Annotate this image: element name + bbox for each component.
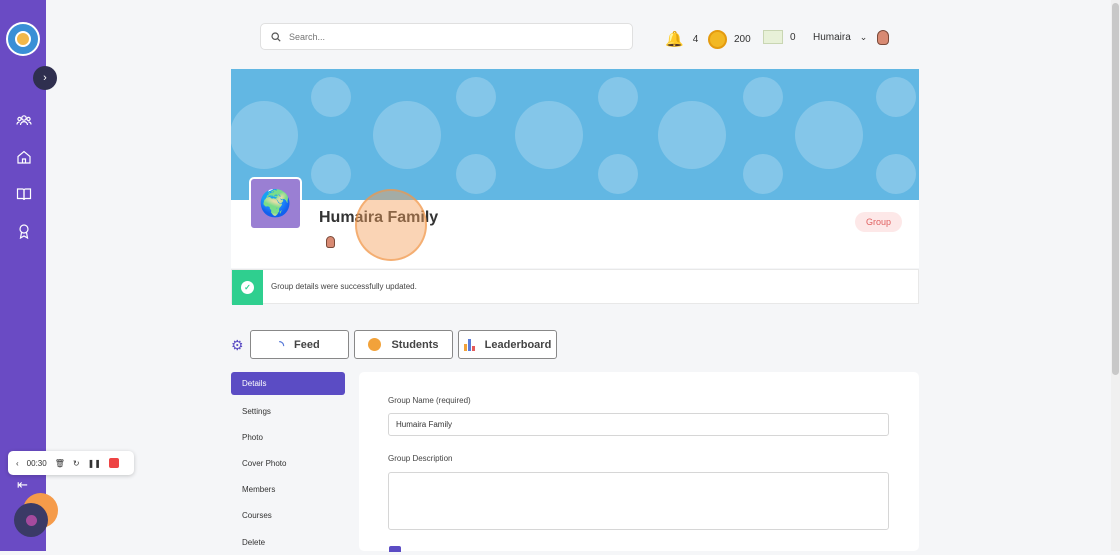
avatar (877, 30, 890, 45)
group-name-field[interactable]: Humaira Family (388, 413, 889, 436)
tab-label: Feed (293, 338, 320, 351)
coin-icon (708, 30, 727, 49)
menu-item-cover-photo[interactable]: Cover Photo (231, 450, 345, 476)
cards-count: 0 (790, 31, 796, 43)
sidebar-item-courses[interactable] (16, 186, 32, 202)
gear-icon[interactable]: ⚙ (231, 337, 244, 354)
logo-emblem (15, 31, 31, 47)
scrollbar-thumb[interactable] (1112, 3, 1119, 375)
chevron-left-icon[interactable]: ‹ (16, 459, 19, 468)
coins-display[interactable]: 200 (708, 30, 751, 49)
sidebar-expand-button[interactable]: › (33, 66, 57, 90)
cards-display[interactable]: 0 (763, 30, 796, 44)
group-avatar[interactable]: 🌍 (249, 177, 302, 230)
globe-icon: 🌍 (259, 188, 292, 218)
menu-item-details[interactable]: Details (231, 372, 345, 395)
click-highlight (355, 189, 427, 261)
page-scrollbar[interactable] (1111, 0, 1120, 551)
chevron-right-icon: › (43, 72, 47, 84)
home-icon (17, 150, 31, 164)
menu-item-courses[interactable]: Courses (231, 503, 345, 529)
search-input[interactable] (289, 31, 609, 42)
stop-icon[interactable] (108, 458, 119, 468)
check-icon: ✓ (241, 281, 254, 294)
restart-icon[interactable]: ↻ (73, 459, 80, 468)
notifications-button[interactable]: 🔔 4 (665, 30, 698, 48)
app-logo[interactable] (6, 22, 40, 56)
tab-leaderboard[interactable]: Leaderboard (458, 330, 557, 359)
coins-count: 200 (734, 34, 751, 45)
group-description-label: Group Description (388, 454, 453, 463)
rss-icon: ◝ (279, 337, 284, 352)
search-icon (271, 31, 281, 42)
details-form: Group Name (required) Humaira Family Gro… (359, 372, 919, 551)
sidebar-item-groups[interactable] (16, 112, 32, 128)
trash-icon[interactable]: 🗑 (55, 459, 65, 468)
user-name: Humaira (813, 32, 851, 43)
success-alert: ✓ Group details were successfully update… (231, 269, 919, 305)
search-bar[interactable] (260, 23, 633, 50)
group-description-field[interactable] (388, 472, 889, 530)
record-icon (25, 514, 37, 526)
menu-item-members[interactable]: Members (231, 477, 345, 503)
menu-item-settings[interactable]: Settings (231, 398, 345, 424)
bell-icon: 🔔 (665, 31, 684, 48)
user-menu[interactable]: Humaira ⌄ (813, 30, 890, 45)
group-type-badge: Group (855, 212, 902, 232)
member-avatar[interactable] (326, 236, 335, 251)
record-button[interactable] (14, 503, 48, 537)
menu-item-photo[interactable]: Photo (231, 424, 345, 450)
groups-icon (16, 115, 32, 126)
notify-checkbox[interactable] (389, 546, 401, 552)
bar-chart-icon (463, 338, 475, 351)
card-icon (763, 30, 783, 44)
recording-time: 00:30 (26, 458, 47, 468)
sidebar-item-home[interactable] (16, 149, 32, 165)
tab-label: Leaderboard (484, 338, 552, 351)
logout-icon[interactable]: ⇤ (17, 477, 28, 493)
group-name-label: Group Name (required) (388, 396, 471, 405)
book-icon (16, 188, 32, 201)
settings-menu: Details Settings Photo Cover Photo Membe… (231, 372, 345, 555)
tab-label: Students (391, 338, 439, 351)
notifications-count: 4 (692, 33, 699, 45)
tab-students[interactable]: Students (354, 330, 453, 359)
chevron-down-icon: ⌄ (859, 32, 868, 42)
pause-icon[interactable]: ❚❚ (88, 459, 101, 468)
cover-banner (231, 69, 919, 200)
tab-feed[interactable]: ◝ Feed (250, 330, 349, 359)
menu-item-delete[interactable]: Delete (231, 529, 345, 555)
award-icon (19, 224, 29, 240)
student-icon (368, 338, 382, 351)
sidebar-item-achievements[interactable] (16, 223, 32, 240)
alert-message: Group details were successfully updated. (271, 282, 417, 291)
alert-icon-box: ✓ (232, 270, 263, 305)
screen-recorder-bar: ‹ 00:30 🗑 ↻ ❚❚ (8, 451, 134, 475)
